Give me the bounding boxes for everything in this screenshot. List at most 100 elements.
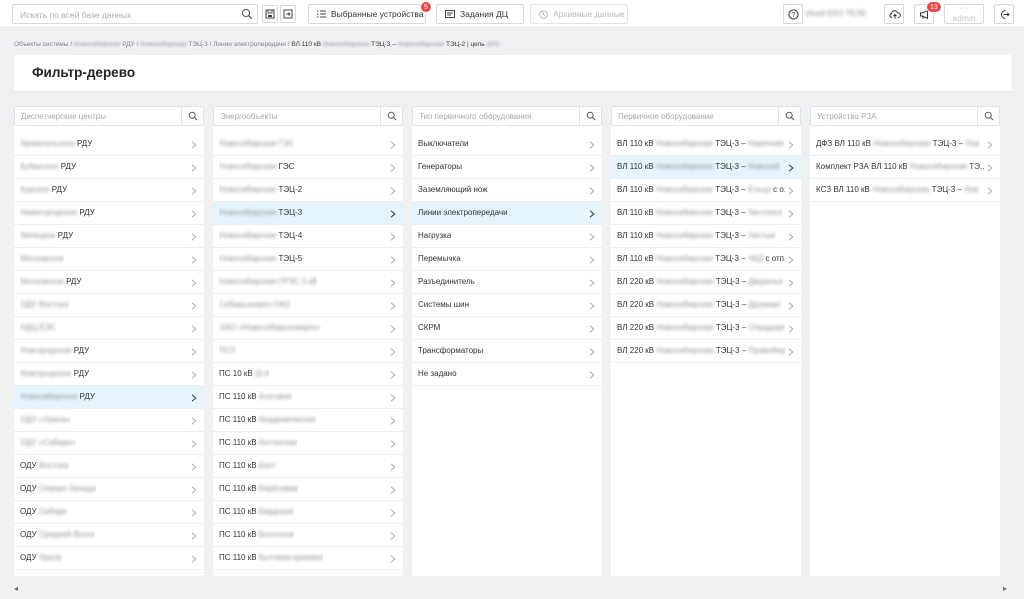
list-item[interactable]: ОДУ «Сибири»: [14, 432, 204, 455]
list-item[interactable]: ВЛ 110 кВ Новосибирская ТЭЦ-3 – Ельцо с …: [611, 179, 801, 202]
list-item[interactable]: Новосибирская ГРЭС 5 кВ: [213, 271, 403, 294]
search-input[interactable]: [13, 6, 233, 24]
list-item[interactable]: Системы шин: [412, 294, 602, 317]
list-item[interactable]: Московское: [14, 248, 204, 271]
scroll-right-arrow[interactable]: ▸: [1003, 584, 1007, 593]
cloud-upload-icon: [889, 10, 901, 19]
save-search-button[interactable]: [262, 5, 278, 23]
upload-button[interactable]: [884, 4, 904, 24]
save-icon: [265, 9, 275, 19]
favorites-button[interactable]: Выбранные устройства: [308, 4, 426, 24]
list-item[interactable]: Заземляющий нож: [412, 179, 602, 202]
logout-button[interactable]: [994, 4, 1014, 24]
list-item[interactable]: Новосибирское РДУ: [14, 386, 204, 409]
search-icon: [984, 111, 994, 121]
list-item[interactable]: ПС 110 кВ Академическая: [213, 409, 403, 432]
list-item[interactable]: ОДУ Сибири: [14, 501, 204, 524]
list-item[interactable]: ПС 110 кВ Бытовая-краевая: [213, 547, 403, 570]
clock-icon: [539, 9, 548, 19]
list-item[interactable]: Новосибирская ТЭЦ-2: [213, 179, 403, 202]
list-item[interactable]: ВЛ 220 кВ Новосибирская ТЭЦ-3 – Двуречье: [611, 271, 801, 294]
search-icon[interactable]: [241, 8, 253, 20]
list-item[interactable]: ВЛ 110 кВ Новосибирская ТЭЦ-3 – Наречная: [611, 133, 801, 156]
list-item[interactable]: ВЛ 220 кВ Новосибирская ТЭЦ-3 – Отрадная: [611, 317, 801, 340]
help-button[interactable]: ?: [783, 4, 803, 24]
list-item[interactable]: Трансформаторы: [412, 340, 602, 363]
list-item[interactable]: ПС 10 кВ Ш-4: [213, 363, 403, 386]
list-item[interactable]: Новосибирская ГЭС: [213, 133, 403, 156]
list-item[interactable]: ПС 110 кВ Антонская: [213, 432, 403, 455]
list-item-label: Сибирьэнерго ОАО: [219, 300, 292, 309]
list-item[interactable]: ПС 110 кВ Берёзовая: [213, 478, 403, 501]
list-item[interactable]: Липецкое РДУ: [14, 225, 204, 248]
list-item[interactable]: Сибирьэнерго ОАО: [213, 294, 403, 317]
list-item[interactable]: ПС 110 кВ Болотное: [213, 524, 403, 547]
column-search-field[interactable]: Диспетчерские центры: [14, 106, 204, 126]
list-item[interactable]: ПС 110 кВ Агатовая: [213, 386, 403, 409]
list-item[interactable]: ОДУ Северо-Запада: [14, 478, 204, 501]
list-item[interactable]: Архангельское РДУ: [14, 133, 204, 156]
list-item-label: Архангельское РДУ: [20, 139, 93, 148]
list-item[interactable]: ОАО «Новосибирскэнерго»: [213, 317, 403, 340]
list-item[interactable]: Разъединитель: [412, 271, 602, 294]
list-item[interactable]: ОДУ Средней Волги: [14, 524, 204, 547]
list-item[interactable]: Новосибирская ТЭЦ-3: [213, 202, 403, 225]
list-item[interactable]: ОДУ Востока: [14, 294, 204, 317]
user-menu[interactable]: ··· admin: [944, 4, 984, 24]
list-item[interactable]: СКРМ: [412, 317, 602, 340]
list-item[interactable]: КСЗ ВЛ 110 кВ Новосибирская ТЭЦ-3 – Нов: [810, 179, 1000, 202]
list-item[interactable]: Курское РДУ: [14, 179, 204, 202]
list-item[interactable]: ПС 110 кВ Бердская: [213, 501, 403, 524]
list-item[interactable]: ОДУ Урала: [14, 547, 204, 570]
export-button[interactable]: [280, 5, 296, 23]
breadcrumb-root[interactable]: Объекты системы: [14, 41, 68, 48]
scroll-left-arrow[interactable]: ◂: [14, 584, 18, 593]
list-item-label: Московское: [20, 254, 64, 263]
list-item[interactable]: Новгородское РДУ: [14, 340, 204, 363]
list-item[interactable]: НДЦ ЕЭС: [14, 317, 204, 340]
list-item[interactable]: Не задано: [412, 363, 602, 386]
column-search-button[interactable]: [977, 107, 999, 125]
list-item[interactable]: Линии электропередачи: [412, 202, 602, 225]
list-item[interactable]: Московское РДУ: [14, 271, 204, 294]
list-item[interactable]: ВЛ 220 кВ Новосибирская ТЭЦ-3 – Дружная: [611, 294, 801, 317]
list-item[interactable]: Комплект РЗА ВЛ 110 кВ Новосибирская ТЭ.…: [810, 156, 1000, 179]
column-search-button[interactable]: [778, 107, 800, 125]
list-item[interactable]: Новосибирская ГЭС: [213, 156, 403, 179]
list-item[interactable]: ОДУ Востока: [14, 455, 204, 478]
column-search-button[interactable]: [380, 107, 402, 125]
list-item[interactable]: Нижегородское РДУ: [14, 202, 204, 225]
column-search-field[interactable]: Энергообъекты: [213, 106, 403, 126]
list-item-label: ВЛ 110 кВ Новосибирская ТЭЦ-3 – Ельцо с …: [617, 185, 785, 194]
list-item[interactable]: ВЛ 110 кВ Новосибирская ТЭЦ-3 – Чистые: [611, 225, 801, 248]
list-item[interactable]: Выключатели: [412, 133, 602, 156]
column-search-field[interactable]: Тип первичного оборудования: [412, 106, 602, 126]
column-search-field[interactable]: Устройство РЗА: [810, 106, 1000, 126]
list-item[interactable]: ПСП: [213, 340, 403, 363]
list-item[interactable]: Новосибирская ТЭЦ-5: [213, 248, 403, 271]
list-item[interactable]: Новосибирская ТЭЦ-4: [213, 225, 403, 248]
list-item[interactable]: ВЛ 110 кВ Новосибирская ТЭЦ-3 – Новосиб: [611, 156, 801, 179]
search-icon: [188, 111, 198, 121]
column-search-field[interactable]: Первичное оборудование: [611, 106, 801, 126]
horizontal-scrollbar[interactable]: ◂ ▸: [0, 580, 1024, 599]
list-icon: [317, 10, 326, 18]
chevron-right-icon: [191, 417, 197, 425]
column-search-button[interactable]: [181, 107, 203, 125]
list-item[interactable]: Генераторы: [412, 156, 602, 179]
list-item[interactable]: Нагрузка: [412, 225, 602, 248]
archive-button[interactable]: Архивные данные: [530, 4, 628, 24]
list-item[interactable]: Перемычка: [412, 248, 602, 271]
list-item[interactable]: ВЛ 220 кВ Новосибирская ТЭЦ-3 – Правобер…: [611, 340, 801, 363]
list-item[interactable]: ПС 110 кВ Бахт: [213, 455, 403, 478]
list-item[interactable]: Кубанское РДУ: [14, 156, 204, 179]
column-search-button[interactable]: [579, 107, 601, 125]
svg-text:?: ?: [792, 12, 796, 19]
list-item[interactable]: ВЛ 110 кВ Новосибирская ТЭЦ-3 – ЧКД с от…: [611, 248, 801, 271]
tasks-button[interactable]: Задания ДЦ: [436, 4, 524, 24]
list-item[interactable]: ОДУ «Урала»: [14, 409, 204, 432]
help-icon: ?: [788, 9, 799, 20]
list-item[interactable]: Новгородское РДУ: [14, 363, 204, 386]
list-item[interactable]: ДФЗ ВЛ 110 кВ Новосибирская ТЭЦ-3 – Нов: [810, 133, 1000, 156]
list-item[interactable]: ВЛ 110 кВ Новосибирская ТЭЦ-3 – Чистопол: [611, 202, 801, 225]
